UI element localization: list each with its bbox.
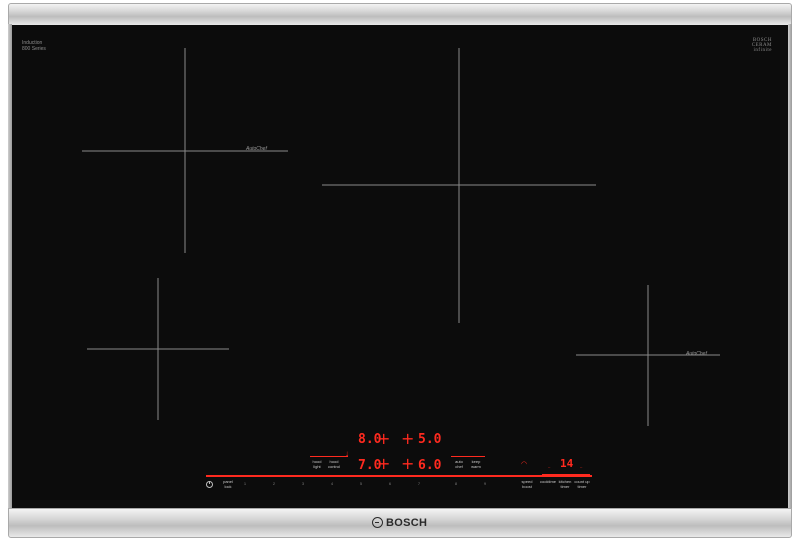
- hood-light-button[interactable]: hood light: [309, 459, 325, 469]
- slider-number[interactable]: 4: [328, 481, 336, 486]
- keep-warm-button[interactable]: keep warm: [468, 459, 484, 469]
- autochef-label-front-right: AutoChef: [686, 351, 707, 357]
- wifi-icon[interactable]: ◠: [521, 461, 527, 468]
- timer-minus-icon[interactable]: –: [548, 464, 550, 469]
- plus-icon-rear-right[interactable]: +: [401, 431, 414, 447]
- hood-underline: [310, 456, 348, 457]
- autochef-label-rear-left: AutoChef: [246, 146, 267, 152]
- slider-number[interactable]: 9: [481, 481, 489, 486]
- slider-number[interactable]: 7: [415, 481, 423, 486]
- slider-number[interactable]: 1: [241, 481, 249, 486]
- display-rear-right: 5.0: [418, 432, 442, 447]
- slider-number[interactable]: 8: [452, 481, 460, 486]
- display-front-right: 6.0: [418, 458, 442, 473]
- plus-icon-front-right[interactable]: +: [401, 456, 414, 472]
- auto-chef-button[interactable]: auto chef: [451, 459, 467, 469]
- slider-number[interactable]: 5: [357, 481, 365, 486]
- plus-icon-front-left[interactable]: +: [377, 456, 390, 472]
- panel-lock-button[interactable]: panel lock: [220, 479, 236, 489]
- chef-underline: [451, 456, 485, 457]
- bosch-logo-text: BOSCH: [386, 517, 428, 529]
- slider-number[interactable]: 6: [386, 481, 394, 486]
- count-up-timer-button[interactable]: count up timer: [574, 479, 590, 489]
- power-icon[interactable]: [206, 481, 213, 488]
- cooktime-button[interactable]: cooktime: [540, 479, 556, 485]
- kitchen-timer-button[interactable]: kitchen timer: [557, 479, 573, 489]
- slider-number[interactable]: 3: [299, 481, 307, 486]
- bosch-logo: BOSCH: [372, 516, 428, 530]
- zone-markings: [82, 48, 720, 426]
- slider-number[interactable]: 2: [270, 481, 278, 486]
- bosch-logo-icon: [372, 517, 383, 528]
- hood-control-button[interactable]: hood control: [326, 459, 342, 469]
- cooktop: Induction 800 Series BOSCH CERAM infinit…: [0, 0, 800, 541]
- power-slider-track[interactable]: [206, 475, 592, 477]
- speed-boost-button[interactable]: speed boost: [519, 479, 535, 489]
- timer-plus-icon[interactable]: –: [580, 464, 582, 469]
- plus-icon-rear-left[interactable]: +: [377, 431, 390, 447]
- power-slider[interactable]: [206, 475, 592, 478]
- timer-display: 14: [560, 457, 574, 470]
